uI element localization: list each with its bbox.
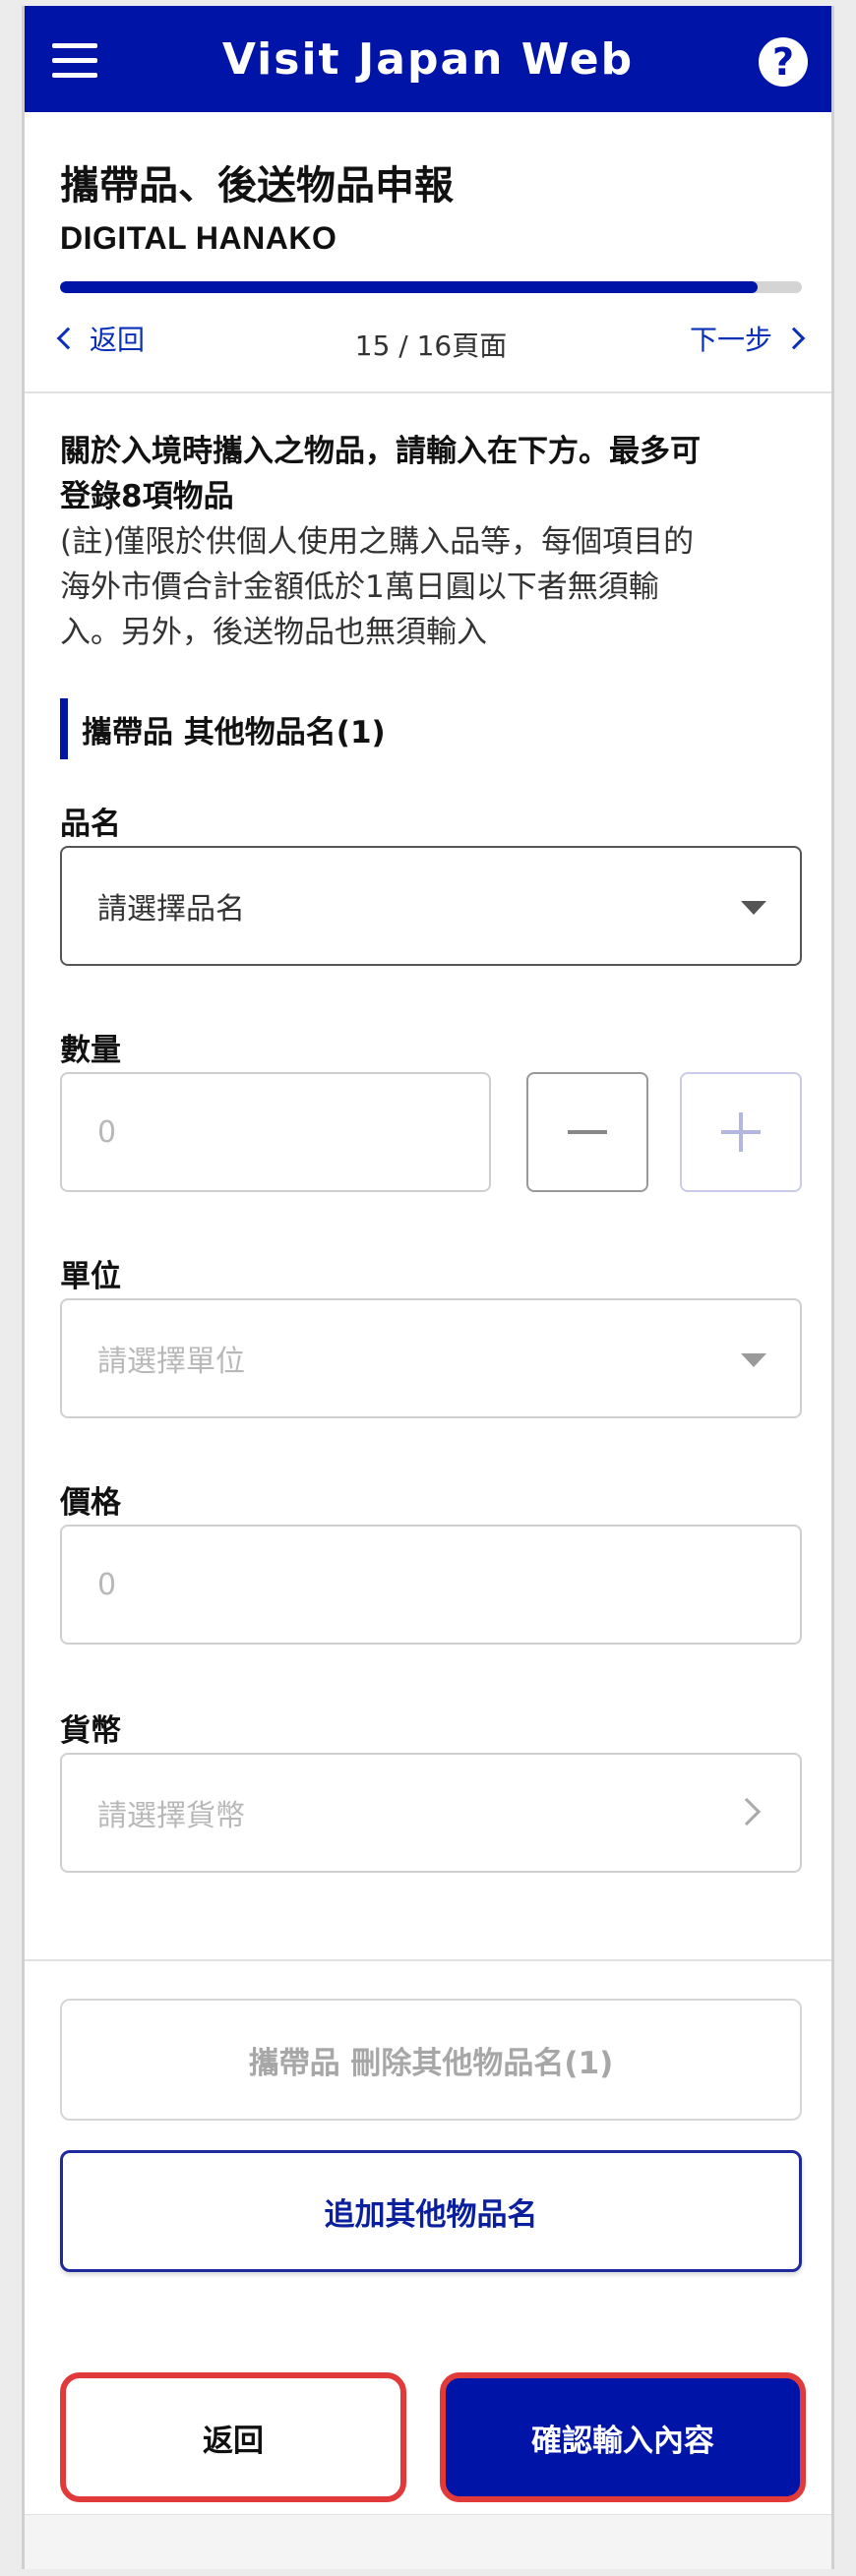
- currency-value: 請選擇貨幣: [97, 1799, 245, 1833]
- intro-bold-line: 關於入境時攜入之物品，請輸入在下方。最多可: [60, 434, 701, 469]
- dropdown-arrow-icon: [741, 901, 766, 915]
- page-header: 攜帶品、後送物品申報 DIGITAL HANAKO: [60, 153, 454, 257]
- minus-icon: [568, 1130, 607, 1134]
- phone-frame: Visit Japan Web ? 攜帶品、後送物品申報 DIGITAL HAN…: [22, 6, 834, 2569]
- top-bar: Visit Japan Web ?: [25, 6, 831, 112]
- quantity-increment-button[interactable]: [680, 1072, 802, 1192]
- chevron-right-icon: [732, 1797, 762, 1827]
- intro-note-line: 入。另外，後送物品也無須輸入: [60, 615, 487, 650]
- help-icon[interactable]: ?: [759, 37, 808, 87]
- footer-strip: [25, 2514, 831, 2569]
- unit-label: 單位: [60, 1259, 121, 1294]
- progress-bar: [60, 281, 802, 293]
- currency-select[interactable]: 請選擇貨幣: [60, 1753, 802, 1873]
- unit-select[interactable]: 請選擇單位: [60, 1298, 802, 1418]
- chevron-right-icon: [782, 327, 806, 350]
- next-link-label: 下一步: [689, 324, 772, 356]
- intro-text: 關於入境時攜入之物品，請輸入在下方。最多可 登錄8項物品 (註)僅限於供個人使用…: [60, 429, 808, 655]
- pager: 返回 15 / 16頁面 下一步: [56, 319, 806, 362]
- back-button[interactable]: 返回: [60, 2372, 406, 2502]
- intro-note-line: (註)僅限於供個人使用之購入品等，每個項目的: [60, 524, 695, 560]
- menu-icon[interactable]: [52, 43, 97, 79]
- price-label: 價格: [60, 1485, 121, 1521]
- quantity-decrement-button[interactable]: [526, 1072, 648, 1192]
- divider: [25, 1959, 831, 1961]
- item-name-label: 品名: [60, 807, 121, 842]
- item-name-value: 請選擇品名: [97, 892, 245, 927]
- app-title: Visit Japan Web: [221, 33, 635, 85]
- progress-fill: [60, 281, 758, 293]
- quantity-placeholder: 0: [97, 1114, 117, 1150]
- price-placeholder: 0: [97, 1567, 117, 1602]
- section-heading: 攜帶品 其他物品名(1): [60, 698, 386, 759]
- page-title: 攜帶品、後送物品申報: [60, 163, 454, 209]
- dropdown-arrow-icon: [741, 1353, 766, 1367]
- delete-item-button[interactable]: 攜帶品 刪除其他物品名(1): [60, 1999, 802, 2121]
- user-name: DIGITAL HANAKO: [60, 220, 337, 256]
- unit-value: 請選擇單位: [97, 1345, 245, 1379]
- confirm-button[interactable]: 確認輸入內容: [440, 2372, 806, 2502]
- intro-bold-line: 登錄8項物品: [60, 479, 234, 514]
- price-input[interactable]: 0: [60, 1525, 802, 1645]
- currency-label: 貨幣: [60, 1713, 121, 1749]
- divider: [25, 391, 831, 393]
- quantity-input[interactable]: 0: [60, 1072, 491, 1192]
- add-item-button[interactable]: 追加其他物品名: [60, 2150, 802, 2272]
- item-name-select[interactable]: 請選擇品名: [60, 846, 802, 966]
- next-link[interactable]: 下一步: [689, 319, 806, 358]
- quantity-label: 數量: [60, 1033, 121, 1068]
- intro-note-line: 海外市價合計金額低於1萬日圓以下者無須輸: [60, 569, 659, 605]
